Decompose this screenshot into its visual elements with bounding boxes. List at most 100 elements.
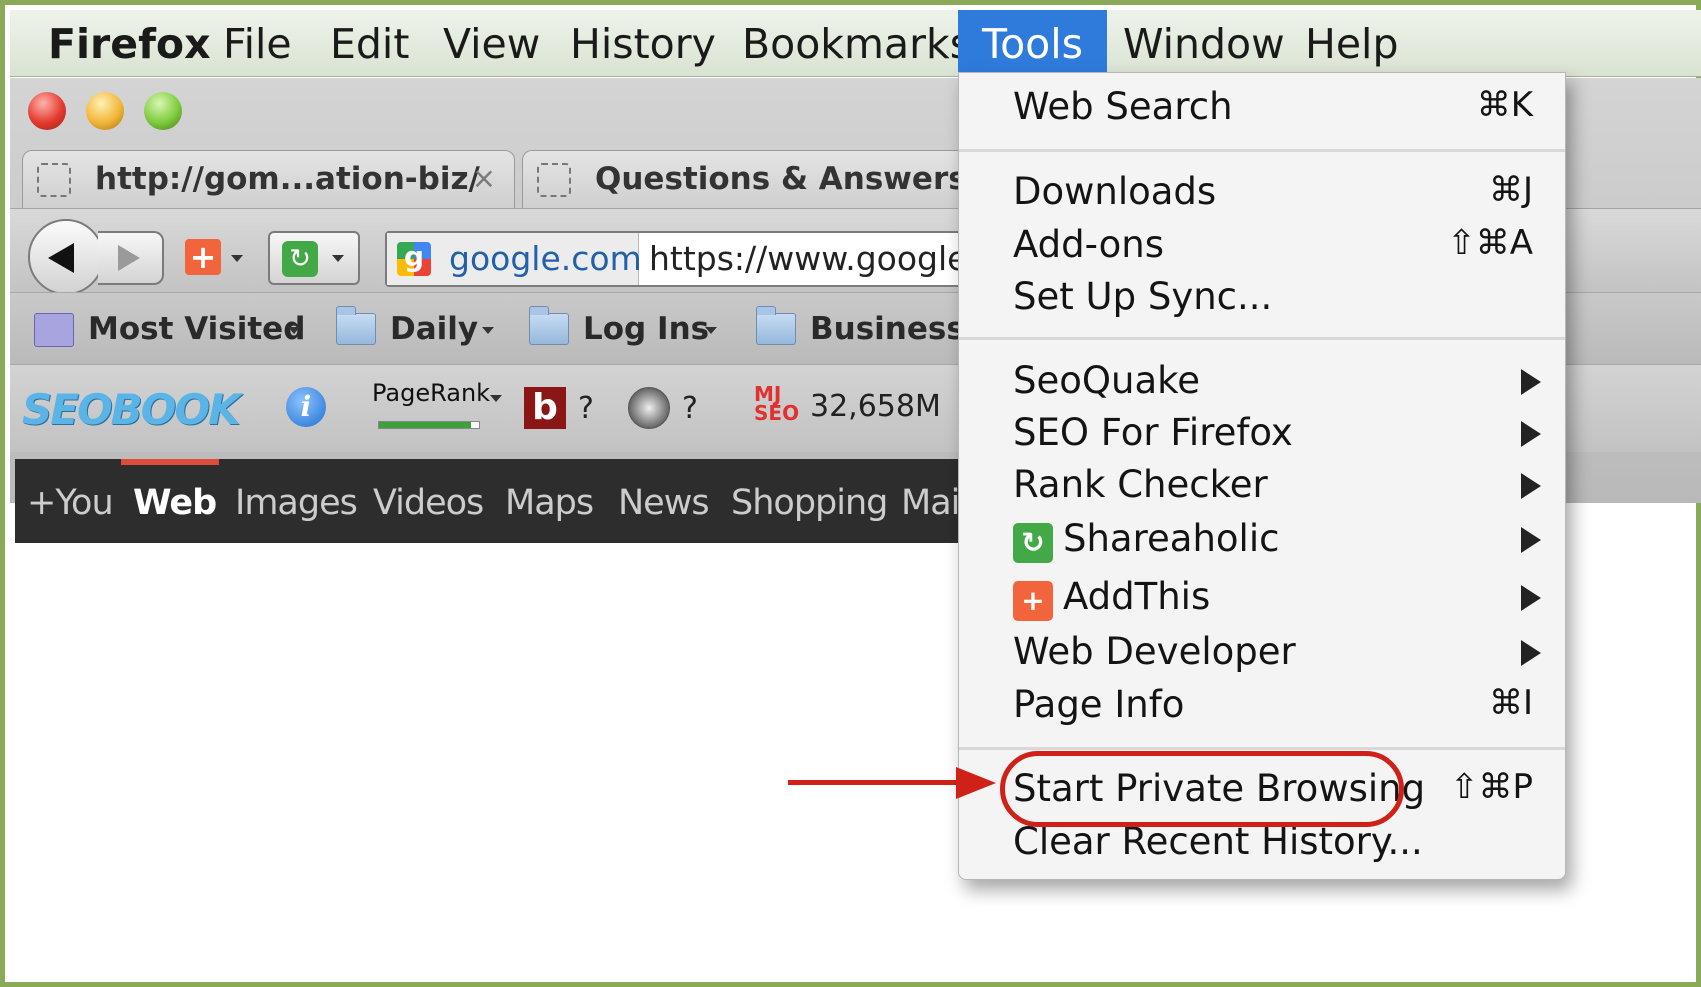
most-visited-icon <box>34 313 74 347</box>
menu-item-label: Shareaholic <box>1063 517 1280 560</box>
google-favicon-icon <box>397 240 431 276</box>
bing-b-icon[interactable]: b <box>524 387 566 429</box>
dropdown-caret-icon <box>288 327 300 334</box>
tab-close-icon[interactable]: × <box>472 161 496 195</box>
menu-item-label: SeoQuake <box>1013 359 1201 402</box>
menu-item-label: SEO For Firefox <box>1013 411 1293 454</box>
menu-item-rank-checker[interactable]: Rank Checker <box>959 463 1565 511</box>
alexa-icon[interactable] <box>628 387 670 429</box>
tab-gom-ation-biz[interactable]: http://gom...ation-biz/ × <box>22 150 515 208</box>
menu-separator <box>959 747 1565 750</box>
menu-tools[interactable]: Tools <box>958 10 1107 77</box>
dropdown-caret-icon <box>490 395 502 402</box>
menu-item-addthis[interactable]: + AddThis <box>959 575 1565 623</box>
url-bar[interactable]: google.com https://www.google.c <box>385 231 1035 287</box>
shareaholic-icon: ↻ <box>1013 523 1053 563</box>
bookmark-log-ins[interactable]: Log Ins <box>529 306 729 351</box>
menu-help[interactable]: Help <box>1305 10 1398 77</box>
addthis-toolbar-button[interactable]: + <box>185 239 221 275</box>
menu-item-label: Add-ons <box>1013 223 1165 266</box>
menu-firefox[interactable]: Firefox <box>48 10 211 77</box>
shareaholic-toolbar-button[interactable]: ↻ <box>268 231 360 285</box>
google-link-maps[interactable]: Maps <box>505 459 594 543</box>
page-favicon-placeholder-icon <box>37 163 71 197</box>
shareaholic-icon: ↻ <box>282 241 318 277</box>
submenu-arrow-icon <box>1521 421 1541 447</box>
pagerank-bar <box>378 421 480 429</box>
menu-bookmarks[interactable]: Bookmarks <box>742 10 971 77</box>
forward-button[interactable] <box>98 231 164 285</box>
menu-item-shortcut: ⌘I <box>1488 683 1533 723</box>
bookmark-daily[interactable]: Daily <box>336 306 506 351</box>
google-link-you[interactable]: +You <box>27 459 114 543</box>
menu-item-web-developer[interactable]: Web Developer <box>959 630 1565 678</box>
google-link-videos[interactable]: Videos <box>373 459 484 543</box>
google-link-web[interactable]: Web <box>133 459 217 543</box>
menu-item-set-up-sync[interactable]: Set Up Sync... <box>959 275 1565 323</box>
folder-icon <box>336 306 376 345</box>
url-text[interactable]: https://www.google.c <box>649 239 996 278</box>
google-link-images[interactable]: Images <box>235 459 358 543</box>
menu-item-label: Rank Checker <box>1013 463 1268 506</box>
menu-item-seoquake[interactable]: SeoQuake <box>959 359 1565 407</box>
dropdown-caret-icon <box>332 255 344 262</box>
folder-icon <box>756 306 796 345</box>
pagerank-label[interactable]: PageRank <box>372 379 490 407</box>
menu-item-downloads[interactable]: Downloads ⌘J <box>959 170 1565 218</box>
google-link-shopping[interactable]: Shopping <box>731 459 888 543</box>
menu-item-shareaholic[interactable]: ↻ Shareaholic <box>959 517 1565 565</box>
menu-separator <box>959 149 1565 152</box>
dropdown-caret-icon <box>482 327 494 334</box>
tab-label: http://gom...ation-biz/ <box>95 161 480 197</box>
google-link-mail[interactable]: Mai <box>901 459 960 543</box>
menu-item-seo-for-firefox[interactable]: SEO For Firefox <box>959 411 1565 459</box>
menu-file[interactable]: File <box>223 10 292 77</box>
menu-item-shortcut: ⌘K <box>1476 85 1533 125</box>
seobook-logo[interactable]: SEOBOOK <box>22 385 262 434</box>
site-identity-label: google.com <box>449 239 642 278</box>
submenu-arrow-icon <box>1521 640 1541 666</box>
tab-label: Questions & Answers ... <box>595 161 1013 197</box>
menu-item-label: Set Up Sync... <box>1013 275 1273 318</box>
majestic-seo-icon[interactable]: MJ SEO <box>754 384 799 423</box>
menu-view[interactable]: View <box>443 10 540 77</box>
bookmark-label: Most Visited <box>88 311 306 347</box>
pagerank-bar-fill <box>379 422 471 428</box>
menu-item-clear-recent-history[interactable]: Clear Recent History... <box>959 820 1565 868</box>
bookmark-label: Daily <box>390 311 479 347</box>
menu-window[interactable]: Window <box>1123 10 1285 77</box>
submenu-arrow-icon <box>1521 527 1541 553</box>
addthis-icon: + <box>1013 581 1053 621</box>
minimize-window-button[interactable] <box>86 92 124 130</box>
folder-icon <box>529 306 569 345</box>
back-button[interactable] <box>28 219 104 295</box>
submenu-arrow-icon <box>1521 369 1541 395</box>
menu-item-label: Web Developer <box>1013 630 1296 673</box>
menu-separator <box>959 337 1565 340</box>
bookmark-label: Log Ins <box>583 311 710 347</box>
annotation-arrow-head <box>956 767 996 799</box>
menu-item-page-info[interactable]: Page Info ⌘I <box>959 683 1565 731</box>
majestic-seo-value: 32,658M <box>810 389 941 424</box>
alexa-value: ? <box>682 391 698 426</box>
close-window-button[interactable] <box>28 92 66 130</box>
bookmark-business[interactable]: Business T <box>756 306 997 351</box>
dropdown-caret-icon <box>705 327 717 334</box>
bookmark-most-visited[interactable]: Most Visited <box>34 311 314 351</box>
zoom-window-button[interactable] <box>144 92 182 130</box>
menu-item-label: Web Search <box>1013 85 1233 128</box>
screenshot-frame: Firefox File Edit View History Bookmarks… <box>0 0 1701 987</box>
google-link-news[interactable]: News <box>618 459 710 543</box>
menu-item-web-search[interactable]: Web Search ⌘K <box>959 85 1565 133</box>
menu-item-shortcut: ⌘J <box>1488 170 1533 210</box>
menu-history[interactable]: History <box>570 10 716 77</box>
dropdown-caret-icon <box>231 255 243 262</box>
menu-item-add-ons[interactable]: Add-ons ⇧⌘A <box>959 223 1565 271</box>
info-icon[interactable]: i <box>286 387 326 427</box>
mac-menu-bar: Firefox File Edit View History Bookmarks… <box>10 10 1701 77</box>
tab-questions-answers[interactable]: Questions & Answers ... <box>522 150 1013 208</box>
menu-edit[interactable]: Edit <box>330 10 409 77</box>
site-identity-button[interactable]: google.com <box>387 233 642 285</box>
annotation-arrow-shaft <box>788 780 958 785</box>
annotation-highlight-circle <box>1000 751 1404 827</box>
